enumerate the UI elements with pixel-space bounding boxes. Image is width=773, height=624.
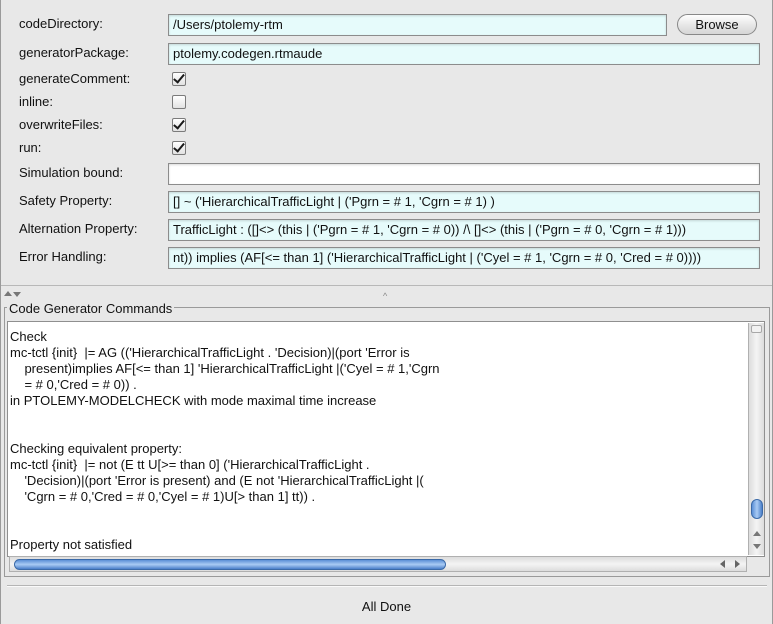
vertical-scrollbar[interactable] xyxy=(748,323,764,555)
simulation-bound-label: Simulation bound: xyxy=(19,165,124,180)
overwrite-files-row: overwriteFiles: xyxy=(1,115,772,139)
output-line: mc-tctl {init} |= not (E tt U[>= than 0]… xyxy=(10,457,370,472)
output-line: mc-tctl {init} |= AG (('HierarchicalTraf… xyxy=(10,345,410,360)
output-line: Check xyxy=(10,329,47,344)
command-output-area[interactable]: Check mc-tctl {init} |= AG (('Hierarchica… xyxy=(7,321,765,557)
generator-package-row: generatorPackage: ptolemy.codegen.rtmaud… xyxy=(1,43,772,67)
alternation-property-row: Alternation Property: TrafficLight : ([]… xyxy=(1,219,772,243)
inline-label: inline: xyxy=(19,94,53,109)
generate-comment-row: generateComment: xyxy=(1,69,772,93)
run-checkbox[interactable] xyxy=(172,141,186,155)
collapse-down-icon[interactable] xyxy=(13,292,21,297)
scroll-up-arrow-icon[interactable] xyxy=(753,531,761,536)
overwrite-files-label: overwriteFiles: xyxy=(19,117,103,132)
safety-property-field[interactable]: [] ~ ('HierarchicalTrafficLight | ('Pgrn… xyxy=(168,191,760,213)
generator-package-label: generatorPackage: xyxy=(19,45,129,60)
generate-comment-label: generateComment: xyxy=(19,71,131,86)
inline-row: inline: xyxy=(1,92,772,116)
code-directory-label: codeDirectory: xyxy=(19,16,103,31)
command-output-text: Check mc-tctl {init} |= AG (('Hierarchica… xyxy=(10,329,748,555)
run-row: run: xyxy=(1,138,772,162)
code-directory-row: codeDirectory: /Users/ptolemy-rtm xyxy=(1,14,772,38)
output-line: Property not satisfied xyxy=(10,537,133,552)
split-pane-divider[interactable]: ^ xyxy=(1,289,772,301)
error-handling-field[interactable]: nt)) implies (AF[<= than 1] ('Hierarchic… xyxy=(168,247,760,269)
browse-button[interactable]: Browse xyxy=(677,14,757,35)
vertical-scroll-thumb[interactable] xyxy=(751,499,763,519)
parameters-panel: codeDirectory: /Users/ptolemy-rtm Browse… xyxy=(1,0,772,286)
generator-package-field[interactable]: ptolemy.codegen.rtmaude xyxy=(168,43,760,65)
error-handling-row: Error Handling: nt)) implies (AF[<= than… xyxy=(1,247,772,271)
splitter-grip-icon[interactable]: ^ xyxy=(383,291,387,301)
horizontal-scrollbar[interactable] xyxy=(9,556,747,572)
generate-comment-checkbox[interactable] xyxy=(172,72,186,86)
status-label: All Done xyxy=(361,599,412,614)
output-line: 'Decision)|(port 'Error is present) and … xyxy=(10,473,424,488)
commands-group-title: Code Generator Commands xyxy=(7,301,175,316)
run-label: run: xyxy=(19,140,42,155)
alternation-property-field[interactable]: TrafficLight : ([]<> (this | ('Pgrn = # … xyxy=(168,219,760,241)
scroll-right-arrow-icon[interactable] xyxy=(735,560,740,568)
horizontal-scroll-thumb[interactable] xyxy=(14,559,446,570)
status-separator xyxy=(7,585,767,587)
scroll-down-arrow-icon[interactable] xyxy=(753,544,761,549)
simulation-bound-row: Simulation bound: xyxy=(1,163,772,187)
output-line: Checking equivalent property: xyxy=(10,441,182,456)
error-handling-label: Error Handling: xyxy=(19,249,107,264)
code-generator-window: codeDirectory: /Users/ptolemy-rtm Browse… xyxy=(0,0,773,624)
safety-property-row: Safety Property: [] ~ ('HierarchicalTraf… xyxy=(1,191,772,215)
inline-checkbox[interactable] xyxy=(172,95,186,109)
output-line: 'Cgrn = # 0,'Cred = # 0,'Cyel = # 1)U[> … xyxy=(10,489,316,504)
safety-property-label: Safety Property: xyxy=(19,193,113,208)
alternation-property-label: Alternation Property: xyxy=(19,221,138,236)
output-line: = # 0,'Cred = # 0)) . xyxy=(10,377,137,392)
overwrite-files-checkbox[interactable] xyxy=(172,118,186,132)
simulation-bound-field[interactable] xyxy=(168,163,760,185)
scroll-top-cap xyxy=(751,325,762,333)
output-line: in PTOLEMY-MODELCHECK with mode maximal … xyxy=(10,393,377,408)
scroll-left-arrow-icon[interactable] xyxy=(720,560,725,568)
output-line: present)implies AF[<= than 1] 'Hierarchi… xyxy=(10,361,440,376)
code-directory-field[interactable]: /Users/ptolemy-rtm xyxy=(168,14,667,36)
collapse-up-icon[interactable] xyxy=(4,291,12,296)
